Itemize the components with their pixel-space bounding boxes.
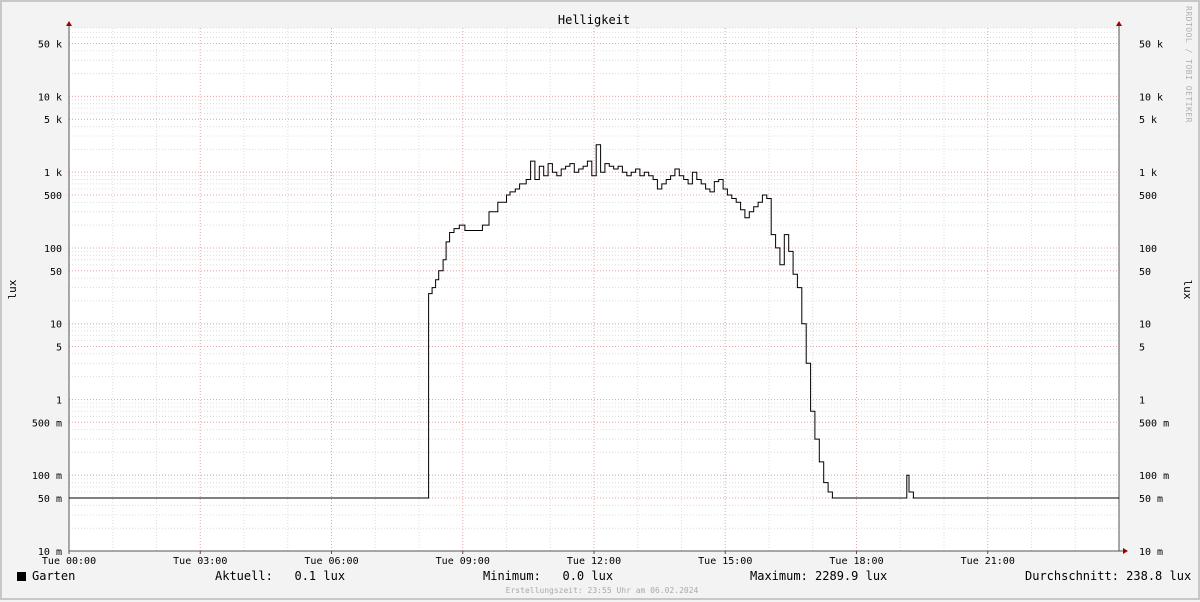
y-tick-label-left: 10 bbox=[50, 320, 62, 331]
y-tick-label-right: 100 m bbox=[1139, 471, 1169, 482]
legend-avg-value: 238.8 lux bbox=[1126, 569, 1192, 583]
grid-layer bbox=[69, 27, 1119, 552]
y-axis-arrow-left bbox=[66, 21, 72, 26]
y-tick-label-right: 500 bbox=[1139, 191, 1157, 202]
y-tick-label-right: 10 bbox=[1139, 320, 1151, 331]
legend-series-name: Garten bbox=[32, 569, 76, 583]
legend-current-value: 0.1 lux bbox=[294, 569, 346, 583]
y-tick-label-left: 50 bbox=[50, 267, 62, 278]
legend-swatch-garten bbox=[17, 572, 26, 581]
y-axis-label-left: lux bbox=[6, 279, 19, 299]
y-tick-label-left: 10 m bbox=[38, 547, 62, 558]
y-tick-label-right: 500 m bbox=[1139, 418, 1169, 429]
y-tick-label-left: 10 k bbox=[38, 92, 62, 103]
y-tick-label-right: 5 k bbox=[1139, 115, 1157, 126]
y-axis-label-right: lux bbox=[1181, 280, 1194, 300]
y-tick-label-left: 500 m bbox=[32, 418, 62, 429]
y-tick-label-left: 100 bbox=[44, 244, 62, 255]
legend-avg-label: Durchschnitt: bbox=[1025, 569, 1119, 583]
brightness-chart: Tue 00:00 Tue 03:00 Tue 06:00 Tue 09:00 Tue … bbox=[6, 13, 1194, 567]
x-tick-label: Tue 03:00 bbox=[173, 556, 227, 567]
y-tick-label-right: 100 bbox=[1139, 244, 1157, 255]
watermark: RRDTOOL / TOBI OETIKER bbox=[1184, 6, 1193, 123]
y-tick-label-left: 5 k bbox=[44, 115, 62, 126]
x-tick-label: Tue 06:00 bbox=[304, 556, 358, 567]
y-tick-label-right: 50 m bbox=[1139, 494, 1163, 505]
legend-min-value: 0.0 lux bbox=[562, 569, 614, 583]
x-tick-label: Tue 21:00 bbox=[961, 556, 1015, 567]
y-tick-label-left: 50 k bbox=[38, 39, 62, 50]
legend-current-label: Aktuell: bbox=[215, 569, 273, 583]
y-tick-label-right: 5 bbox=[1139, 343, 1145, 354]
chart-frame: Tue 00:00 Tue 03:00 Tue 06:00 Tue 09:00 Tue … bbox=[0, 0, 1200, 600]
legend-max-label: Maximum: bbox=[750, 569, 808, 583]
y-tick-label-left: 1 k bbox=[44, 168, 62, 179]
x-tick-label: Tue 18:00 bbox=[829, 556, 883, 567]
y-tick-label-left: 1 bbox=[56, 395, 62, 406]
legend-minimum: Minimum: 0.0 lux bbox=[483, 569, 613, 583]
x-tick-label: Tue 12:00 bbox=[567, 556, 621, 567]
y-tick-label-left: 50 m bbox=[38, 494, 62, 505]
y-axis-arrow-right bbox=[1116, 21, 1122, 26]
y-tick-label-right: 10 k bbox=[1139, 92, 1163, 103]
y-tick-label-left: 5 bbox=[56, 343, 62, 354]
legend-average: Durchschnitt: 238.8 lux bbox=[1025, 569, 1191, 583]
legend-max-value: 2289.9 lux bbox=[815, 569, 888, 583]
y-tick-label-left: 500 bbox=[44, 191, 62, 202]
y-tick-label-right: 10 m bbox=[1139, 547, 1163, 558]
y-tick-label-right: 50 k bbox=[1139, 39, 1163, 50]
y-tick-label-right: 1 bbox=[1139, 395, 1145, 406]
chart-title: Helligkeit bbox=[558, 13, 630, 27]
y-tick-label-right: 50 bbox=[1139, 267, 1151, 278]
x-tick-label: Tue 09:00 bbox=[436, 556, 490, 567]
legend-current: Aktuell: 0.1 lux bbox=[215, 569, 345, 583]
legend-maximum: Maximum: 2289.9 lux bbox=[750, 569, 887, 583]
x-tick-label: Tue 15:00 bbox=[698, 556, 752, 567]
y-tick-label-right: 1 k bbox=[1139, 168, 1157, 179]
x-axis-arrow bbox=[1123, 548, 1128, 554]
y-tick-label-left: 100 m bbox=[32, 471, 62, 482]
legend-min-label: Minimum: bbox=[483, 569, 541, 583]
footer-timestamp: Erstellungszeit: 23:55 Uhr am 06.02.2024 bbox=[505, 586, 699, 595]
